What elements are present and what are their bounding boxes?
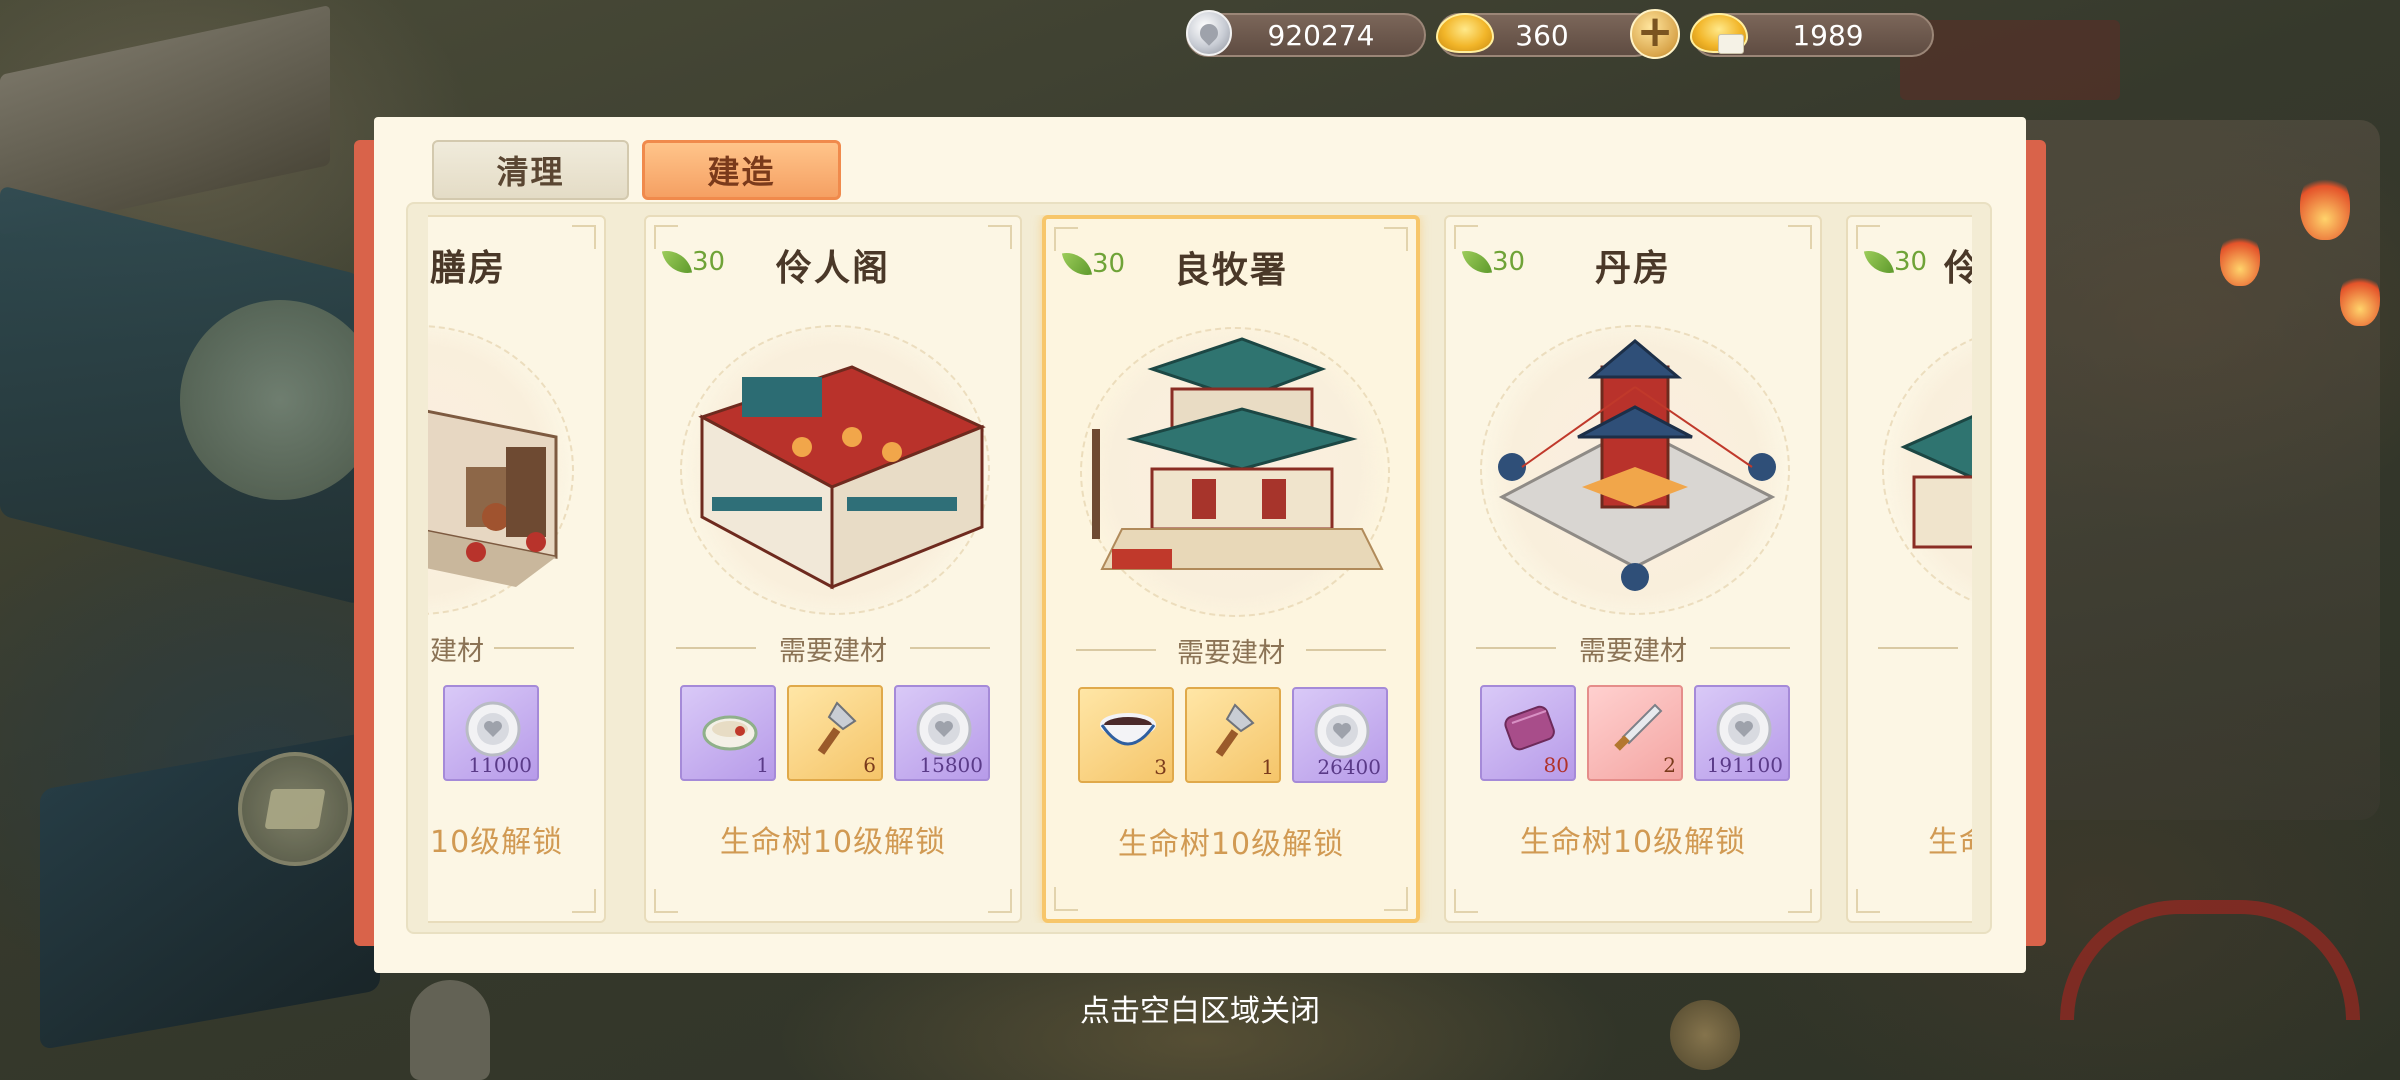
silver-coin-icon <box>916 701 972 757</box>
performers-pavilion-building-image <box>698 365 986 590</box>
silver-coin-icon <box>1314 703 1370 759</box>
material-qty: 80 <box>1543 753 1569 777</box>
dish-bowl-icon <box>702 715 758 751</box>
building-card-alchemy-room[interactable]: 30 丹房 需要建材 80 2 191100 生命树10级解锁 <box>1444 215 1822 923</box>
building-card-kitchen[interactable]: 膳房 建材 11000 10级解锁 <box>428 215 606 923</box>
trowel-icon <box>817 701 857 755</box>
material-qty: 11000 <box>468 753 532 777</box>
material-qty: 1 <box>1261 755 1274 779</box>
material-qty: 3 <box>1154 755 1167 779</box>
leaf-points: 30 <box>1863 246 1927 278</box>
material-qty: 1 <box>756 753 769 777</box>
building-card-performers-pavilion[interactable]: 30 伶人阁 需要建材 1 6 15800 生命树10级解锁 <box>644 215 1022 923</box>
unlock-requirement: 10级解锁 <box>430 825 564 860</box>
leaf-icon <box>1863 246 1895 278</box>
material-slot[interactable]: 1 <box>1185 687 1281 783</box>
plus-icon: + <box>1636 6 1674 57</box>
knife-icon <box>1614 703 1663 751</box>
fire-icon <box>2220 230 2260 286</box>
material-slot[interactable]: 26400 <box>1292 687 1388 783</box>
unlock-requirement: 生命树10级解锁 <box>719 825 947 860</box>
partial-building-image <box>1900 415 1972 549</box>
silver-coin-icon <box>1716 701 1772 757</box>
kitchen-building-image <box>428 409 558 587</box>
material-qty: 2 <box>1663 753 1676 777</box>
material-slot[interactable]: 11000 <box>443 685 539 781</box>
material-slot[interactable]: 2 <box>1587 685 1683 781</box>
material-qty: 6 <box>863 753 876 777</box>
unlock-requirement: 生命 <box>1928 825 1972 860</box>
material-slot[interactable]: 80 <box>1480 685 1576 781</box>
tab-build[interactable]: 建造 <box>642 140 841 200</box>
card-title: 伶 <box>1944 247 1972 289</box>
material-slot[interactable]: 6 <box>787 685 883 781</box>
material-slot[interactable]: 1 <box>680 685 776 781</box>
building-card-livestock-bureau[interactable]: 30 良牧署 需要建材 3 1 26400 生命树10级解锁 <box>1042 215 1420 923</box>
gold-ingot-icon <box>1436 13 1494 53</box>
fire-icon <box>2300 170 2350 240</box>
soup-bowl-icon <box>1100 713 1156 746</box>
card-title: 膳房 <box>430 247 507 289</box>
add-gold-button[interactable]: + <box>1630 9 1680 59</box>
material-slot[interactable]: 15800 <box>894 685 990 781</box>
tree <box>180 300 380 500</box>
livestock-bureau-building-image <box>1092 337 1384 570</box>
unlock-requirement: 生命树10级解锁 <box>1519 825 1747 860</box>
need-materials-label: 建材 <box>430 636 484 667</box>
trowel-icon <box>1215 703 1255 757</box>
close-hint: 点击空白区域关闭 <box>1080 994 1320 1029</box>
unlock-requirement: 生命树10级解锁 <box>1117 827 1345 862</box>
map-scroll-button[interactable] <box>238 752 352 866</box>
building-card-partial[interactable]: 30 伶 生命 <box>1846 215 1972 923</box>
material-qty: 15800 <box>919 753 983 777</box>
silver-coin-icon <box>1186 10 1232 56</box>
material-qty: 26400 <box>1317 755 1381 779</box>
ticket-icon <box>1718 34 1744 54</box>
card-title: 良牧署 <box>1173 249 1288 291</box>
card-title: 丹房 <box>1594 247 1671 289</box>
material-qty: 191100 <box>1706 753 1783 777</box>
fire-icon <box>2340 270 2380 326</box>
alchemy-room-building-image <box>1498 339 1776 591</box>
cards-viewport: 膳房 建材 11000 10级解锁 30 伶人阁 需要建材 1 6 15800 … <box>428 215 1972 923</box>
card-title: 伶人阁 <box>775 247 890 289</box>
tab-clean[interactable]: 清理 <box>432 140 629 200</box>
material-slot[interactable]: 191100 <box>1694 685 1790 781</box>
material-slot[interactable]: 3 <box>1078 687 1174 783</box>
cloth-roll-icon <box>1504 705 1555 751</box>
silver-coin-icon <box>465 701 521 757</box>
